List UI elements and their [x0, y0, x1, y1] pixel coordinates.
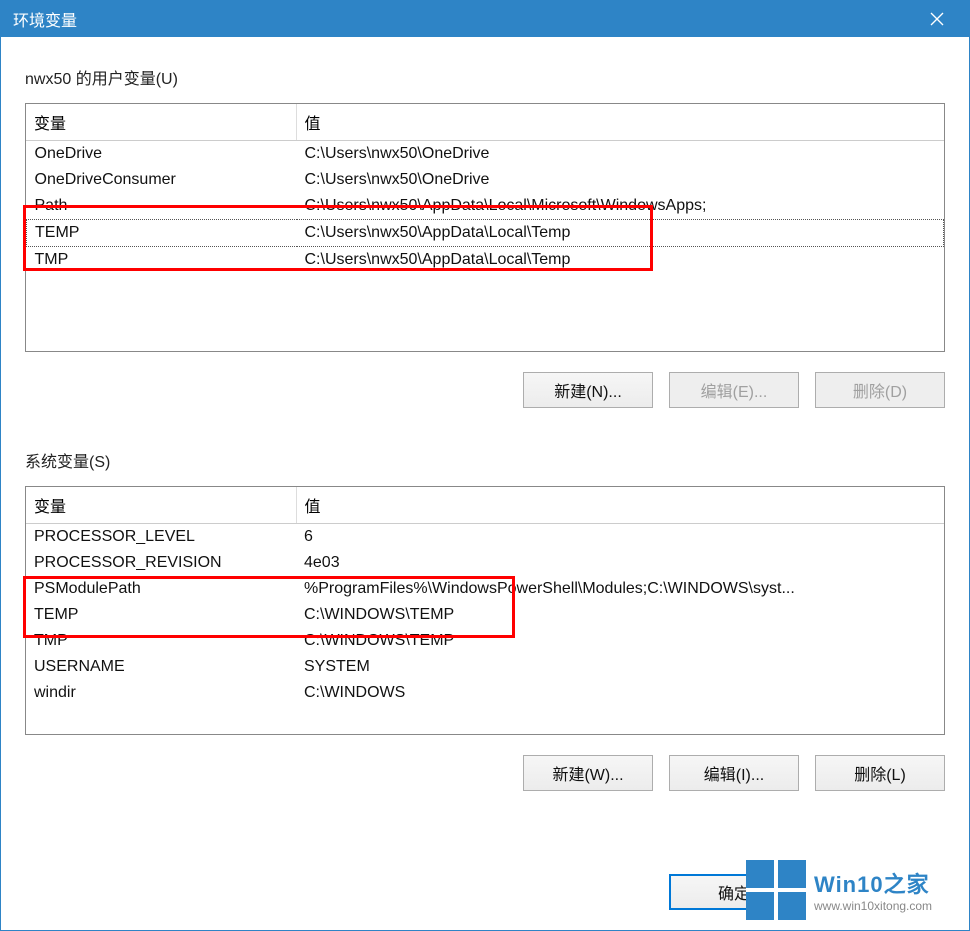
- user-delete-button[interactable]: 删除(D): [815, 372, 945, 408]
- var-value: C:\Users\nwx50\AppData\Local\Temp: [297, 247, 944, 274]
- windows-logo-icon: [746, 860, 806, 920]
- var-name: TMP: [26, 628, 296, 654]
- var-name: USERNAME: [26, 654, 296, 680]
- user-col-value[interactable]: 值: [296, 104, 944, 141]
- var-name: OneDriveConsumer: [27, 167, 297, 193]
- var-name: Path: [27, 193, 297, 220]
- sys-col-variable[interactable]: 变量: [26, 487, 296, 524]
- env-variables-dialog: 环境变量 nwx50 的用户变量(U) 变量 值: [0, 0, 970, 931]
- window-title: 环境变量: [13, 7, 917, 31]
- system-edit-button[interactable]: 编辑(I)...: [669, 755, 799, 791]
- var-value: C:\Users\nwx50\OneDrive: [297, 141, 944, 167]
- table-row[interactable]: OneDriveC:\Users\nwx50\OneDrive: [27, 141, 944, 167]
- watermark: Win10之家 www.win10xitong.com: [746, 855, 966, 925]
- var-name: TEMP: [26, 602, 296, 628]
- var-value: SYSTEM: [296, 654, 944, 680]
- var-name: OneDrive: [27, 141, 297, 167]
- table-row[interactable]: TEMPC:\WINDOWS\TEMP: [26, 602, 944, 628]
- table-row[interactable]: windirC:\WINDOWS: [26, 680, 944, 706]
- user-col-variable[interactable]: 变量: [26, 104, 296, 141]
- watermark-title: Win10之家: [814, 867, 932, 899]
- var-value: C:\Users\nwx50\AppData\Local\Microsoft\W…: [297, 193, 944, 220]
- var-value: %ProgramFiles%\WindowsPowerShell\Modules…: [296, 576, 944, 602]
- close-icon: [930, 12, 944, 26]
- var-name: PROCESSOR_LEVEL: [26, 524, 296, 550]
- user-edit-button[interactable]: 编辑(E)...: [669, 372, 799, 408]
- table-row[interactable]: PROCESSOR_LEVEL6: [26, 524, 944, 550]
- system-new-button[interactable]: 新建(W)...: [523, 755, 653, 791]
- system-delete-button[interactable]: 删除(L): [815, 755, 945, 791]
- table-row[interactable]: PathC:\Users\nwx50\AppData\Local\Microso…: [27, 193, 944, 220]
- var-name: PROCESSOR_REVISION: [26, 550, 296, 576]
- close-button[interactable]: [917, 1, 957, 37]
- user-new-button[interactable]: 新建(N)...: [523, 372, 653, 408]
- var-value: C:\WINDOWS: [296, 680, 944, 706]
- table-row[interactable]: OneDriveConsumerC:\Users\nwx50\OneDrive: [27, 167, 944, 193]
- sys-col-value[interactable]: 值: [296, 487, 944, 524]
- system-variables-label: 系统变量(S): [25, 448, 945, 472]
- table-row[interactable]: TMPC:\WINDOWS\TEMP: [26, 628, 944, 654]
- var-value: C:\WINDOWS\TEMP: [296, 602, 944, 628]
- user-buttons-row: 新建(N)... 编辑(E)... 删除(D): [25, 372, 945, 408]
- var-name: PSModulePath: [26, 576, 296, 602]
- var-value: C:\Users\nwx50\OneDrive: [297, 167, 944, 193]
- user-variables-label: nwx50 的用户变量(U): [25, 65, 945, 89]
- user-variables-table[interactable]: 变量 值 OneDriveC:\Users\nwx50\OneDrive One…: [25, 103, 945, 352]
- table-row[interactable]: PROCESSOR_REVISION4e03: [26, 550, 944, 576]
- user-variables-group: nwx50 的用户变量(U) 变量 值 OneDriveC:\Users\nw: [25, 65, 945, 408]
- table-row[interactable]: USERNAMESYSTEM: [26, 654, 944, 680]
- var-value: C:\WINDOWS\TEMP: [296, 628, 944, 654]
- var-name: TEMP: [27, 220, 297, 247]
- system-buttons-row: 新建(W)... 编辑(I)... 删除(L): [25, 755, 945, 791]
- var-value: 6: [296, 524, 944, 550]
- var-value: C:\Users\nwx50\AppData\Local\Temp: [297, 220, 944, 247]
- watermark-url: www.win10xitong.com: [814, 899, 932, 913]
- var-name: TMP: [27, 247, 297, 274]
- dialog-body: nwx50 的用户变量(U) 变量 值 OneDriveC:\Users\nw: [1, 37, 969, 874]
- table-row[interactable]: TEMPC:\Users\nwx50\AppData\Local\Temp: [27, 220, 944, 247]
- table-row[interactable]: TMPC:\Users\nwx50\AppData\Local\Temp: [27, 247, 944, 274]
- title-bar: 环境变量: [1, 1, 969, 37]
- system-variables-group: 系统变量(S) 变量 值 PROCESSOR_LEVEL6: [25, 448, 945, 791]
- system-variables-table[interactable]: 变量 值 PROCESSOR_LEVEL6 PROCESSOR_REVISION…: [25, 486, 945, 735]
- var-value: 4e03: [296, 550, 944, 576]
- var-name: windir: [26, 680, 296, 706]
- table-row[interactable]: PSModulePath%ProgramFiles%\WindowsPowerS…: [26, 576, 944, 602]
